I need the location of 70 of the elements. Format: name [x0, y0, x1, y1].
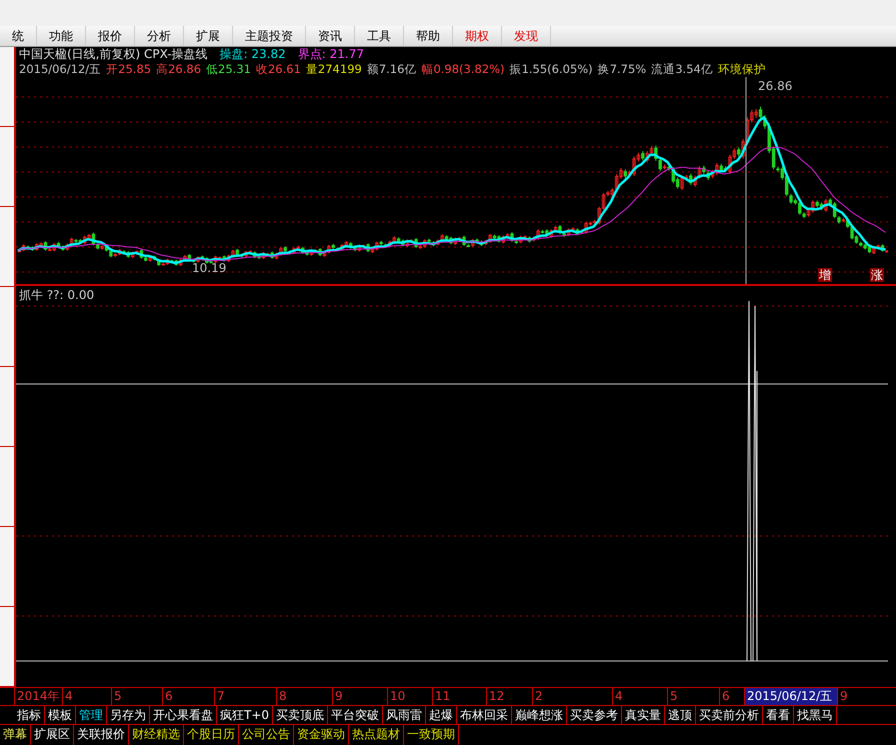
indicator-tab[interactable]: 看看 [763, 706, 794, 724]
signal-label: 增 [818, 268, 832, 282]
chart-title: 界点: 21.77 [298, 47, 364, 62]
date-axis-label: 5 [667, 688, 719, 705]
date-axis-label: 7 [214, 688, 276, 705]
menu-item[interactable]: 统 [0, 26, 37, 46]
indicator-tab[interactable]: 真实量 [622, 706, 666, 724]
menu-item[interactable]: 功能 [37, 26, 86, 46]
menu-item[interactable]: 帮助 [404, 26, 453, 46]
date-axis-label: 10 [387, 688, 432, 705]
info-tab[interactable]: 个股日历 [184, 725, 239, 745]
menu-item[interactable]: 资讯 [306, 26, 355, 46]
quote-value: 低25.31 [206, 62, 251, 77]
indicator-title: 抓牛 ??: 0.00 [19, 287, 94, 304]
indicator-tab[interactable]: 开心果看盘 [150, 706, 217, 724]
indicator-tab[interactable]: 管理 [76, 706, 107, 724]
info-tab[interactable]: 公司公告 [239, 725, 294, 745]
date-axis-label: 9 [837, 688, 887, 705]
quote-value: 量274199 [306, 62, 362, 77]
date-axis-label: 2 [532, 688, 612, 705]
info-tab[interactable]: 扩展区 [31, 725, 74, 745]
menu-item[interactable]: 报价 [86, 26, 135, 46]
quote-value: 收26.61 [256, 62, 301, 77]
date-axis-label: 2014年 [14, 688, 62, 705]
signal-label: 涨 [870, 268, 884, 282]
menu-item[interactable]: 分析 [135, 26, 184, 46]
high-price-label: 26.86 [758, 79, 792, 93]
indicator-tab[interactable]: 风雨雷 [383, 706, 426, 724]
indicator-tab[interactable]: 疯狂T+0 [217, 706, 274, 724]
date-axis-label: 9 [332, 688, 387, 705]
indicator-tab[interactable]: 巅峰想涨 [512, 706, 568, 724]
indicator-tab[interactable]: 模板 [45, 706, 76, 724]
date-axis-label: 8 [276, 688, 332, 705]
menu-item[interactable]: 主题投资 [233, 26, 306, 46]
date-axis-label: 5 [111, 688, 162, 705]
menu-item[interactable]: 扩展 [184, 26, 233, 46]
indicator-tab[interactable]: 找黑马 [794, 706, 838, 724]
chart-title: 操盘: 23.82 [220, 47, 286, 62]
side-tab-strip[interactable] [0, 47, 16, 687]
quote-value: 换7.75% [598, 62, 646, 77]
info-tab[interactable]: 热点题材 [349, 725, 404, 745]
indicator-tab[interactable]: 指标 [14, 706, 45, 724]
info-tab[interactable]: 弹幕 [0, 725, 31, 745]
date-axis-label: 4 [612, 688, 667, 705]
chart-title: 中国天楹(日线,前复权) CPX-操盘线 [19, 47, 208, 62]
date-axis-label: 2015/06/12/五 [744, 688, 837, 705]
menu-item[interactable]: 期权 [453, 26, 502, 46]
quote-value: 开25.85 [106, 62, 152, 77]
indicator-tab[interactable]: 布林回采 [457, 706, 512, 724]
quote-value: 振1.55(6.05%) [510, 62, 593, 77]
indicator-tab[interactable]: 买卖前分析 [696, 706, 764, 724]
quote-value: 2015/06/12/五 [19, 62, 102, 77]
quote-value: 流通3.54亿 [651, 62, 713, 77]
date-axis-label: 12 [486, 688, 532, 705]
info-tab[interactable]: 财经精选 [129, 725, 184, 745]
quote-value: 幅0.98(3.82%) [421, 62, 505, 77]
quote-value: 额7.16亿 [366, 62, 416, 77]
quote-value: 环境保护 [718, 62, 766, 77]
indicator-tab[interactable]: 逃顶 [665, 706, 696, 724]
low-price-label: 10.19 [192, 261, 226, 275]
indicator-tab[interactable]: 起爆 [426, 706, 458, 724]
menu-item[interactable]: 工具 [355, 26, 404, 46]
indicator-tab[interactable]: 买卖顶底 [273, 706, 328, 724]
date-axis-label: 4 [62, 688, 111, 705]
date-axis-label: 11 [432, 688, 486, 705]
date-axis-label: 6 [162, 688, 214, 705]
indicator-tab[interactable]: 买卖参考 [567, 706, 622, 724]
menu-item[interactable]: 发现 [502, 26, 551, 46]
quote-value: 高26.86 [156, 62, 202, 77]
indicator-tab[interactable]: 平台突破 [328, 706, 384, 724]
